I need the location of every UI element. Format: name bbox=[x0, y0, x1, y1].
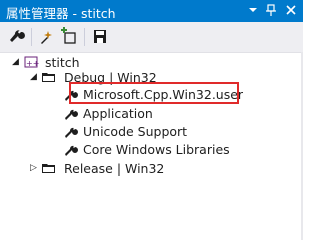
wrench-icon bbox=[10, 30, 25, 42]
close-icon[interactable] bbox=[283, 2, 299, 18]
folder-icon bbox=[41, 69, 57, 85]
add-sheet-icon bbox=[61, 27, 76, 44]
wrench-icon bbox=[64, 124, 80, 140]
add-existing-property-sheet-button[interactable] bbox=[59, 27, 81, 47]
highlight-annotation-box bbox=[69, 82, 239, 104]
tree-node-label: Core Windows Libraries bbox=[83, 142, 230, 157]
save-button[interactable] bbox=[89, 27, 111, 47]
tree-node-property-sheet[interactable]: Unicode Support bbox=[0, 122, 300, 141]
add-new-property-sheet-button[interactable] bbox=[37, 27, 59, 47]
tree-node-property-sheet[interactable]: Core Windows Libraries bbox=[0, 140, 300, 159]
save-icon bbox=[94, 30, 106, 43]
tree-node-label: Unicode Support bbox=[83, 124, 188, 139]
folder-icon bbox=[41, 160, 57, 176]
expand-icon[interactable]: ▷ bbox=[30, 163, 40, 173]
toolbar-separator bbox=[84, 28, 85, 46]
toolbar bbox=[0, 22, 303, 53]
chevron-down-icon[interactable] bbox=[245, 2, 261, 18]
window-title: 属性管理器 - stitch bbox=[6, 6, 116, 21]
tree-node-configuration[interactable]: ▷ Release | Win32 bbox=[0, 159, 300, 178]
pin-icon[interactable] bbox=[263, 2, 279, 18]
panel-border bbox=[301, 52, 303, 240]
toolbar-separator bbox=[31, 28, 32, 46]
svg-text:++: ++ bbox=[26, 59, 39, 68]
properties-button[interactable] bbox=[6, 27, 28, 47]
new-sheet-icon bbox=[41, 31, 52, 44]
wrench-icon bbox=[64, 142, 80, 158]
wrench-icon bbox=[64, 106, 80, 122]
tree-node-label: Application bbox=[83, 106, 153, 121]
tree-node-property-sheet[interactable]: Application bbox=[0, 104, 300, 123]
window-titlebar: 属性管理器 - stitch bbox=[0, 0, 303, 22]
tree-node-label: Release | Win32 bbox=[64, 161, 165, 176]
expand-collapse-icon[interactable]: ◢ bbox=[30, 72, 40, 82]
expand-collapse-icon[interactable]: ◢ bbox=[12, 57, 22, 67]
